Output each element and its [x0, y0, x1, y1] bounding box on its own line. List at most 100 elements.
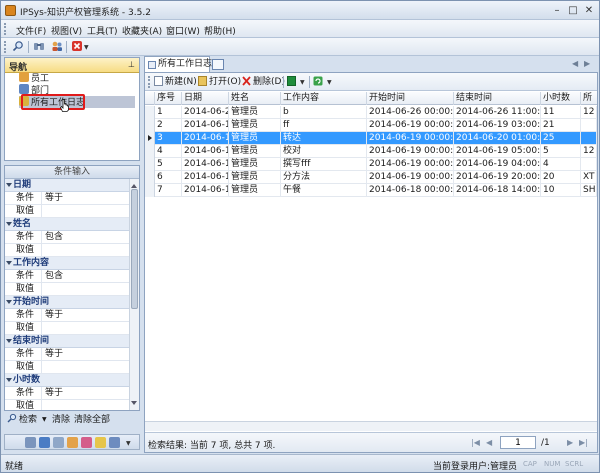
title-bar[interactable]: IPSys-知识产权管理系统 - 3.5.2 – □ ✕	[1, 1, 599, 20]
table-row[interactable]: 32014-06-19管理员转达2014-06-19 00:00:002014-…	[145, 132, 597, 145]
nav-item-employees[interactable]: 员工	[19, 72, 135, 84]
next-page-icon[interactable]: ▶	[567, 438, 573, 447]
column-header[interactable]: 工作内容	[281, 92, 367, 105]
search-icon[interactable]	[11, 40, 25, 54]
value-input[interactable]	[41, 361, 45, 373]
condition-row[interactable]: 条件 等于	[5, 348, 129, 361]
close-window-button[interactable]: ✕	[581, 3, 597, 17]
tab-all-worklogs[interactable]: 所有工作日志	[144, 56, 212, 72]
value-input[interactable]	[41, 322, 45, 334]
menu-file[interactable]: 文件(F)	[16, 24, 46, 37]
tab-scroll-right-icon[interactable]: ▶	[584, 59, 590, 68]
value-row[interactable]: 取值	[5, 244, 129, 257]
first-page-icon[interactable]: |◀	[471, 438, 480, 447]
chevron-down-icon[interactable]: ▼	[300, 79, 305, 86]
table-row[interactable]: 72014-06-18管理员午餐2014-06-18 00:00:002014-…	[145, 184, 597, 197]
condition-row[interactable]: 条件 等于	[5, 309, 129, 322]
menu-tools[interactable]: 工具(T)	[87, 24, 118, 37]
table-row[interactable]: 62014-06-19管理员分方法2014-06-19 00:00:002014…	[145, 171, 597, 184]
scroll-down-icon[interactable]	[131, 401, 137, 408]
export-excel-button[interactable]	[287, 76, 298, 88]
condition-row[interactable]: 条件 包含	[5, 270, 129, 283]
condition-operator[interactable]: 包含	[41, 270, 63, 282]
table-row[interactable]: 22014-06-19管理员ff2014-06-19 00:00:002014-…	[145, 119, 597, 132]
scroll-thumb[interactable]	[131, 189, 138, 309]
condition-group-date[interactable]: 日期	[5, 179, 129, 192]
row-indicator[interactable]	[145, 145, 155, 158]
search-icon[interactable]	[7, 413, 17, 427]
condition-group-start-time[interactable]: 开始时间	[5, 296, 129, 309]
new-button[interactable]: 新建(N)	[154, 76, 197, 88]
value-row[interactable]: 取值	[5, 361, 129, 374]
menu-view[interactable]: 视图(V)	[51, 24, 82, 37]
condition-group-end-time[interactable]: 结束时间	[5, 335, 129, 348]
menu-help[interactable]: 帮助(H)	[204, 24, 236, 37]
table-row[interactable]: 42014-06-19管理员校对2014-06-19 00:00:002014-…	[145, 145, 597, 158]
prev-page-icon[interactable]: ◀	[486, 438, 492, 447]
value-row[interactable]: 取值	[5, 322, 129, 335]
column-header[interactable]: 开始时间	[367, 92, 454, 105]
clear-all-button[interactable]: 清除全部	[74, 413, 110, 427]
row-indicator[interactable]	[145, 132, 155, 145]
condition-operator[interactable]: 包含	[41, 231, 63, 243]
column-header[interactable]: 日期	[182, 92, 229, 105]
delete-button[interactable]: 删除(D)	[242, 76, 285, 88]
column-header[interactable]: 序号	[155, 92, 182, 105]
row-indicator[interactable]	[145, 158, 155, 171]
tab-scroll-left-icon[interactable]: ◀	[572, 59, 578, 68]
binoculars-icon[interactable]	[32, 40, 46, 54]
page-number-input[interactable]	[500, 436, 536, 449]
note-icon[interactable]	[95, 437, 106, 448]
scroll-up-icon[interactable]	[131, 181, 137, 188]
value-input[interactable]	[41, 205, 45, 217]
condition-scrollbar[interactable]	[129, 179, 139, 410]
toolbar-grip[interactable]	[4, 41, 7, 53]
column-header[interactable]: 小时数	[541, 92, 581, 105]
refresh-button[interactable]	[313, 76, 324, 88]
row-indicator[interactable]	[145, 106, 155, 119]
calendar-icon[interactable]	[109, 437, 120, 448]
new-tab-button[interactable]	[212, 59, 224, 70]
column-header[interactable]: 姓名	[229, 92, 281, 105]
value-row[interactable]: 取值	[5, 400, 129, 410]
clear-button[interactable]: 清除	[52, 413, 70, 427]
menu-favorites[interactable]: 收藏夹(A)	[122, 24, 162, 37]
condition-operator[interactable]: 等于	[41, 309, 63, 321]
condition-row[interactable]: 条件 等于	[5, 192, 129, 205]
condition-row[interactable]: 条件 包含	[5, 231, 129, 244]
value-input[interactable]	[41, 283, 45, 295]
maximize-button[interactable]: □	[565, 3, 581, 17]
chevron-down-icon[interactable]: ▼	[42, 413, 47, 427]
column-header[interactable]: 所	[581, 92, 597, 105]
table-row[interactable]: 52014-06-19管理员撰写fff2014-06-19 00:00:0020…	[145, 158, 597, 171]
row-indicator[interactable]	[145, 184, 155, 197]
row-indicator[interactable]	[145, 171, 155, 184]
value-input[interactable]	[41, 400, 45, 410]
chevron-down-icon[interactable]: ▼	[327, 79, 332, 86]
value-row[interactable]: 取值	[5, 283, 129, 296]
last-page-icon[interactable]: ▶|	[579, 438, 588, 447]
table-row[interactable]: 12014-06-26管理员b2014-06-26 00:00:002014-0…	[145, 106, 597, 119]
users-icon[interactable]	[53, 437, 64, 448]
condition-operator[interactable]: 等于	[41, 348, 63, 360]
chevron-down-icon[interactable]: ▼	[84, 44, 89, 51]
pencil-icon[interactable]	[67, 437, 78, 448]
pin-icon[interactable]: ⊥	[128, 60, 135, 69]
grid-horizontal-scrollbar[interactable]	[145, 421, 597, 431]
search-button[interactable]: 检索	[19, 413, 37, 427]
users-icon[interactable]	[50, 40, 64, 54]
row-indicator[interactable]	[145, 119, 155, 132]
column-header[interactable]: 结束时间	[454, 92, 541, 105]
org-chart-icon[interactable]	[25, 437, 36, 448]
condition-operator[interactable]: 等于	[41, 387, 63, 399]
menu-grip[interactable]	[4, 23, 7, 35]
toolbar-grip[interactable]	[148, 76, 151, 88]
condition-operator[interactable]: 等于	[41, 192, 63, 204]
value-input[interactable]	[41, 244, 45, 256]
condition-group-name[interactable]: 姓名	[5, 218, 129, 231]
condition-row[interactable]: 条件 等于	[5, 387, 129, 400]
chevron-down-icon[interactable]: ▼	[126, 440, 131, 447]
condition-group-hours[interactable]: 小时数	[5, 374, 129, 387]
close-icon[interactable]	[70, 40, 84, 54]
minimize-button[interactable]: –	[549, 3, 565, 17]
